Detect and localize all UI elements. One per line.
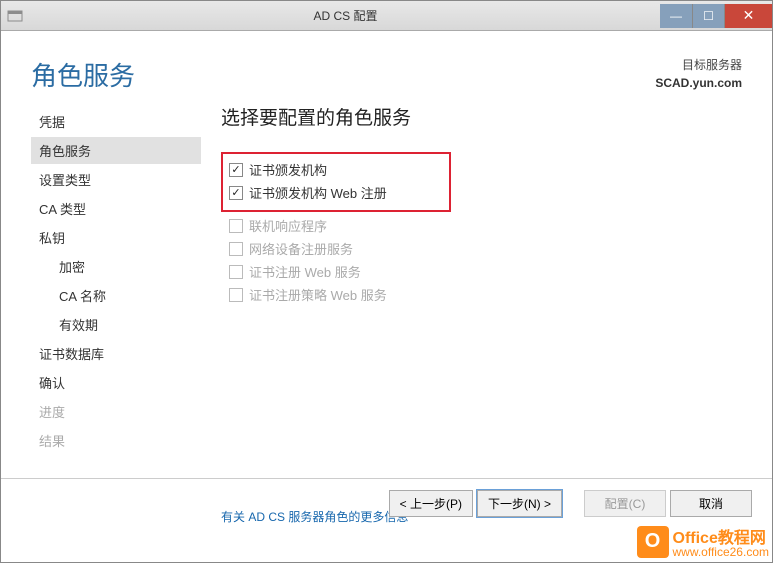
checkbox-label: 证书注册策略 Web 服务 (249, 285, 387, 304)
sidebar-item-ca-name[interactable]: CA 名称 (31, 282, 201, 309)
main-heading: 选择要配置的角色服务 (221, 103, 742, 130)
checkbox-label: 证书注册 Web 服务 (249, 262, 361, 281)
target-server-label: 目标服务器 (655, 56, 742, 74)
checkbox-icon[interactable] (229, 186, 243, 200)
checkbox-row-ndes: 网络设备注册服务 (229, 237, 734, 260)
checkbox-row-ca-web-enroll[interactable]: 证书颁发机构 Web 注册 (229, 181, 443, 204)
watermark-icon: O (637, 526, 669, 558)
watermark: O Office教程网 www.office26.com (637, 524, 770, 559)
body: 凭据 角色服务 设置类型 CA 类型 私钥 加密 CA 名称 有效期 证书数据库… (1, 103, 772, 478)
checkbox-icon[interactable] (229, 163, 243, 177)
header: 角色服务 目标服务器 SCAD.yun.com (1, 31, 772, 103)
checkbox-row-ca[interactable]: 证书颁发机构 (229, 158, 443, 181)
checkbox-icon (229, 288, 243, 302)
sidebar-item-progress: 进度 (31, 398, 201, 425)
sidebar-item-confirm[interactable]: 确认 (31, 369, 201, 396)
disabled-checkbox-group: 联机响应程序 网络设备注册服务 证书注册 Web 服务 证书注册策略 Web 服… (221, 212, 742, 308)
maximize-button[interactable]: ☐ (692, 4, 724, 28)
sidebar-item-result: 结果 (31, 427, 201, 454)
sidebar-item-setup-type[interactable]: 设置类型 (31, 166, 201, 193)
window-controls: — ☐ ✕ (660, 4, 772, 28)
minimize-button[interactable]: — (660, 4, 692, 28)
more-info-link[interactable]: 有关 AD CS 服务器角色的更多信息 (221, 508, 408, 525)
checkbox-label: 联机响应程序 (249, 216, 327, 235)
checkbox-row-cep: 证书注册策略 Web 服务 (229, 283, 734, 306)
window-titlebar: AD CS 配置 — ☐ ✕ (1, 1, 772, 31)
sidebar-item-encryption[interactable]: 加密 (31, 253, 201, 280)
sidebar-item-cert-database[interactable]: 证书数据库 (31, 340, 201, 367)
configure-button: 配置(C) (584, 490, 666, 517)
close-button[interactable]: ✕ (724, 4, 772, 28)
checkbox-label: 证书颁发机构 Web 注册 (249, 183, 387, 202)
checkbox-label: 证书颁发机构 (249, 160, 327, 179)
app-icon (7, 8, 23, 24)
wizard-sidebar: 凭据 角色服务 设置类型 CA 类型 私钥 加密 CA 名称 有效期 证书数据库… (31, 103, 201, 478)
cancel-button[interactable]: 取消 (670, 490, 752, 517)
checkbox-label: 网络设备注册服务 (249, 239, 353, 258)
main-content: 选择要配置的角色服务 证书颁发机构 证书颁发机构 Web 注册 联机响应程序 网… (201, 103, 742, 478)
sidebar-item-ca-type[interactable]: CA 类型 (31, 195, 201, 222)
target-server-name: SCAD.yun.com (655, 74, 742, 92)
next-button[interactable]: 下一步(N) > (477, 490, 562, 517)
sidebar-item-validity[interactable]: 有效期 (31, 311, 201, 338)
watermark-text: Office教程网 (673, 530, 766, 547)
checkbox-icon (229, 242, 243, 256)
checkbox-icon (229, 265, 243, 279)
highlighted-checkbox-group: 证书颁发机构 证书颁发机构 Web 注册 (221, 152, 451, 212)
watermark-url: www.office26.com (673, 545, 770, 559)
previous-button[interactable]: < 上一步(P) (389, 490, 473, 517)
sidebar-item-credentials[interactable]: 凭据 (31, 108, 201, 135)
window-title: AD CS 配置 (31, 7, 660, 24)
sidebar-item-role-services[interactable]: 角色服务 (31, 137, 201, 164)
target-server-info: 目标服务器 SCAD.yun.com (655, 56, 742, 92)
checkbox-row-online-responder: 联机响应程序 (229, 214, 734, 237)
checkbox-icon (229, 219, 243, 233)
sidebar-item-private-key[interactable]: 私钥 (31, 224, 201, 251)
page-title: 角色服务 (31, 56, 655, 93)
checkbox-row-ces: 证书注册 Web 服务 (229, 260, 734, 283)
